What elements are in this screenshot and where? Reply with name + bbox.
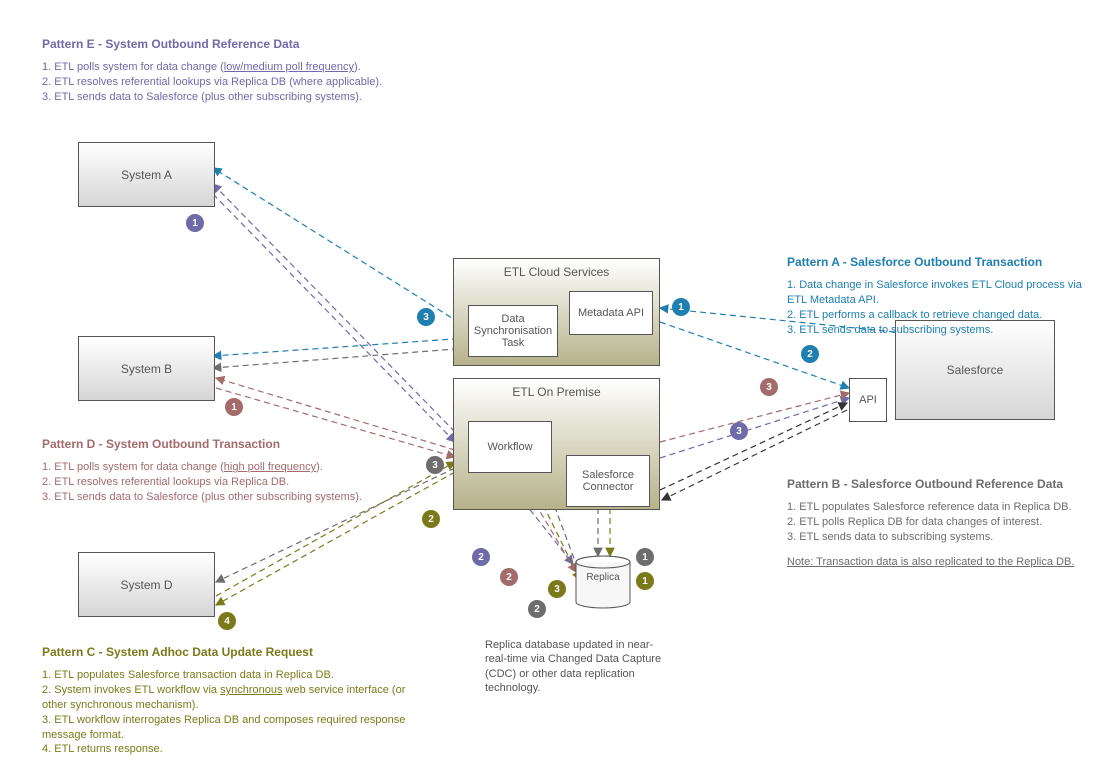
etl-cloud-container: ETL Cloud Services Data Synchronisation … xyxy=(453,258,660,366)
etl-prem-title: ETL On Premise xyxy=(454,385,659,399)
badge-e3: 3 xyxy=(730,422,748,440)
badge-a2: 2 xyxy=(801,345,819,363)
badge-b1: 1 xyxy=(636,548,654,566)
etl-cloud-title: ETL Cloud Services xyxy=(454,265,659,279)
badge-d1: 1 xyxy=(225,398,243,416)
metadata-api-box: Metadata API xyxy=(569,291,653,335)
pattern-d-title: Pattern D - System Outbound Transaction xyxy=(42,436,402,452)
pattern-b-block: Pattern B - Salesforce Outbound Referenc… xyxy=(787,476,1107,570)
diagram-canvas: System A System B System D ETL Cloud Ser… xyxy=(0,0,1118,783)
badge-c1: 1 xyxy=(636,572,654,590)
badge-b2: 2 xyxy=(528,600,546,618)
pattern-e-block: Pattern E - System Outbound Reference Da… xyxy=(42,36,442,105)
pattern-c-title: Pattern C - System Adhoc Data Update Req… xyxy=(42,644,422,660)
api-box: API xyxy=(849,378,887,422)
badge-d3: 3 xyxy=(760,378,778,396)
system-b-box: System B xyxy=(78,336,215,401)
system-d-label: System D xyxy=(120,578,172,592)
badge-e1: 1 xyxy=(186,214,204,232)
data-sync-task-box: Data Synchronisation Task xyxy=(468,305,558,357)
salesforce-label: Salesforce xyxy=(947,363,1004,377)
workflow-box: Workflow xyxy=(468,421,552,473)
pattern-d-block: Pattern D - System Outbound Transaction … xyxy=(42,436,402,505)
system-d-box: System D xyxy=(78,552,215,617)
badge-d2: 2 xyxy=(500,568,518,586)
pattern-b-title: Pattern B - Salesforce Outbound Referenc… xyxy=(787,476,1107,492)
pattern-a-block: Pattern A - Salesforce Outbound Transact… xyxy=(787,254,1087,338)
badge-c3: 3 xyxy=(548,580,566,598)
badge-a1: 1 xyxy=(672,298,690,316)
badge-c2: 2 xyxy=(422,510,440,528)
badge-b3: 3 xyxy=(426,456,444,474)
pattern-e-title: Pattern E - System Outbound Reference Da… xyxy=(42,36,442,52)
system-a-label: System A xyxy=(121,168,172,182)
salesforce-connector-box: Salesforce Connector xyxy=(566,455,650,507)
replica-label: Replica xyxy=(576,572,630,583)
badge-c4: 4 xyxy=(218,612,236,630)
replica-note: Replica database updated in near-real-ti… xyxy=(485,638,675,695)
badge-e2: 2 xyxy=(472,548,490,566)
badge-a3: 3 xyxy=(417,308,435,326)
system-b-label: System B xyxy=(121,362,172,376)
pattern-c-block: Pattern C - System Adhoc Data Update Req… xyxy=(42,644,422,757)
etl-on-premise-container: ETL On Premise Workflow Salesforce Conne… xyxy=(453,378,660,510)
system-a-box: System A xyxy=(78,142,215,207)
pattern-a-title: Pattern A - Salesforce Outbound Transact… xyxy=(787,254,1087,270)
